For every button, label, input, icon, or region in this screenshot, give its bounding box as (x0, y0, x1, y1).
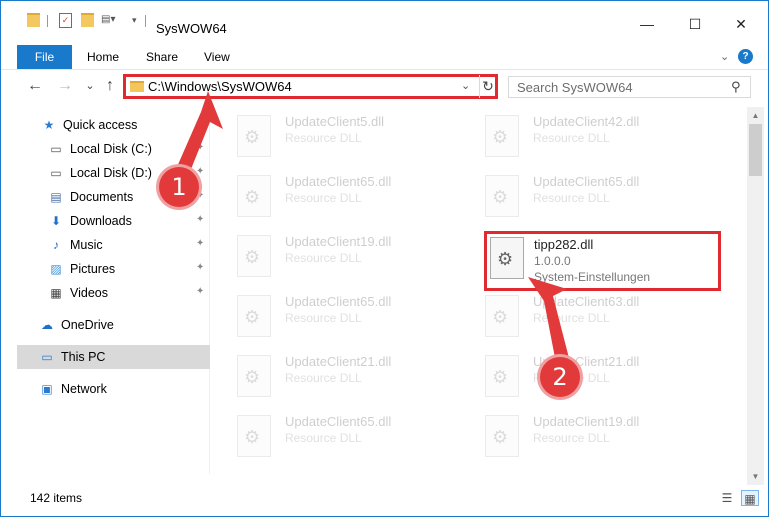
step-2-callout: 2 (540, 357, 580, 397)
arrow-2 (528, 277, 569, 363)
annotation-arrows (173, 91, 569, 363)
step-1-callout: 1 (159, 167, 199, 207)
file-explorer-window: ✓ ▤▾ ▾ SysWOW64 — ☐ ✕ File Home Share Vi… (0, 0, 769, 517)
